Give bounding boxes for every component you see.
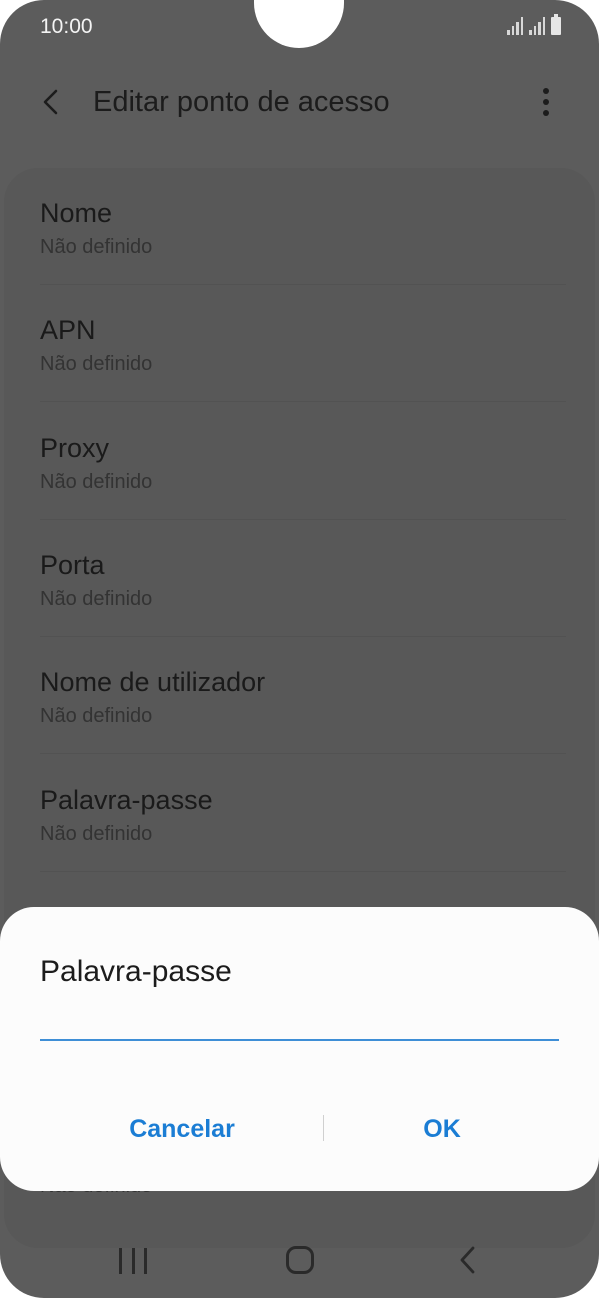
setting-item-proxy[interactable]: Proxy Não definido (40, 403, 566, 520)
setting-value: Não definido (40, 236, 153, 258)
phone-screen: 10:00 Editar ponto de acesso Nome Não de… (0, 0, 599, 1298)
setting-item-porta[interactable]: Porta Não definido (40, 520, 566, 637)
password-dialog: Palavra-passe Cancelar OK (0, 907, 599, 1191)
setting-value: Não definido (40, 823, 153, 845)
signal-icon (529, 17, 545, 35)
setting-item-apn[interactable]: APN Não definido (40, 285, 566, 402)
app-bar: Editar ponto de acesso (0, 70, 599, 134)
battery-icon (551, 14, 561, 35)
status-time: 10:00 (40, 15, 93, 38)
ok-button[interactable]: OK (322, 1107, 562, 1151)
setting-value: Não definido (40, 353, 153, 375)
setting-item-palavra-passe[interactable]: Palavra-passe Não definido (40, 755, 566, 872)
back-arrow-icon[interactable] (32, 82, 72, 122)
setting-title: Palavra-passe (40, 785, 213, 815)
setting-item-nome[interactable]: Nome Não definido (40, 168, 566, 285)
setting-title: Nome de utilizador (40, 667, 266, 697)
status-icons (507, 14, 561, 35)
home-icon[interactable] (286, 1246, 314, 1274)
setting-value: Não definido (40, 588, 153, 610)
setting-title: APN (40, 315, 96, 345)
setting-value: Não definido (40, 705, 153, 727)
setting-value: Não definido (40, 471, 153, 493)
setting-title: Proxy (40, 433, 110, 463)
page-title: Editar ponto de acesso (93, 86, 390, 118)
navigation-bar (0, 1222, 599, 1298)
signal-icon (507, 17, 523, 35)
cancel-button[interactable]: Cancelar (60, 1107, 304, 1151)
password-input[interactable] (40, 1007, 559, 1041)
setting-title: Nome (40, 198, 113, 228)
more-vert-icon[interactable] (526, 82, 566, 122)
setting-item-nome-de-utilizador[interactable]: Nome de utilizador Não definido (40, 637, 566, 754)
back-icon[interactable] (456, 1244, 480, 1276)
recent-apps-icon[interactable] (119, 1248, 147, 1274)
setting-title: Porta (40, 550, 105, 580)
dialog-title: Palavra-passe (40, 955, 232, 988)
